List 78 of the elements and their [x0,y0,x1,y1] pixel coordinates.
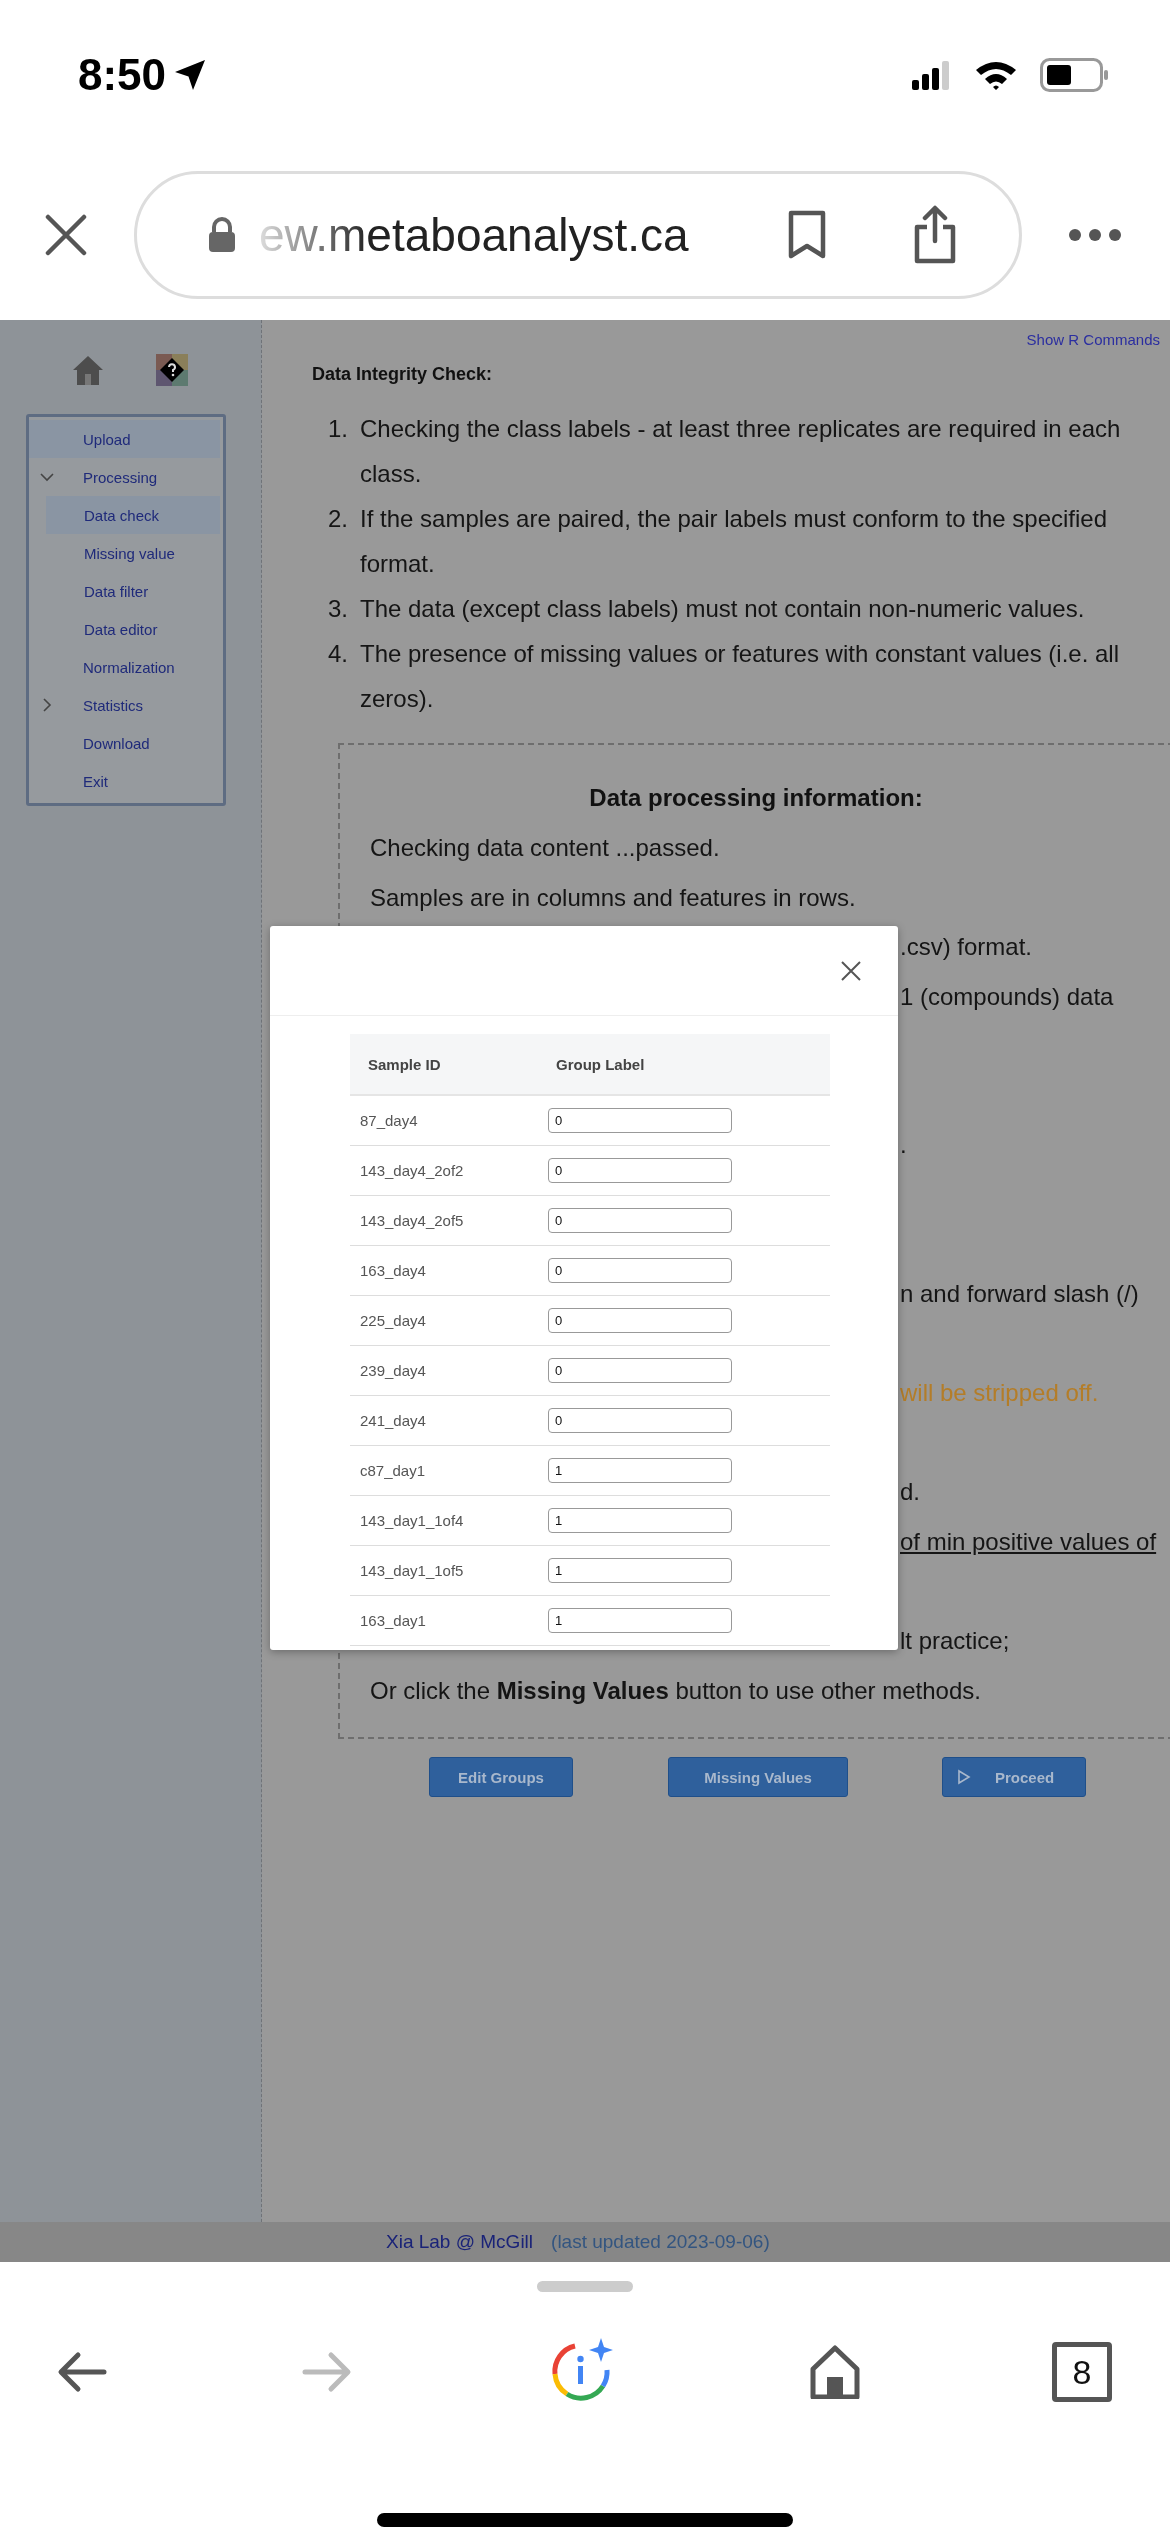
group-label-input[interactable]: 0 [548,1158,732,1183]
group-label-input[interactable]: 1 [548,1458,732,1483]
table-cell-text: 163_day4 [359,1262,427,1279]
submenu-item[interactable]: Missing value [46,534,220,572]
group-label-input[interactable]: 0 [548,1408,732,1433]
signal-icon [912,60,952,90]
menu-item[interactable]: Exit [29,762,220,800]
table-cell-text: c87_day1 [359,1462,427,1479]
table-cell-text: 239_day4 [359,1362,427,1379]
table-cell-text: 163_day1 [359,1612,427,1629]
list-item: The presence of missing values or features with constant values (i.e. all zeros). [360,639,1121,714]
sheet-handle[interactable] [537,2281,633,2292]
info-text: .csv) format. [900,933,1032,961]
group-label-input[interactable]: 1 [548,1558,732,1583]
table-cell-text: 87_day4 [359,1112,419,1129]
column-header: Group Label [555,1055,645,1073]
more-icon[interactable] [1068,228,1122,242]
info-text: 1 (compounds) data [900,982,1114,1010]
lock-icon [207,216,237,254]
submenu-item[interactable]: Data editor [46,610,220,648]
footer-text: (last updated 2023-09-06) [551,2231,770,2253]
table-cell-text: 143_day1_1of5 [359,1562,465,1579]
table-cell-text: 143_day4_2of5 [359,1212,465,1229]
info-text: n and forward slash (/) [900,1279,1139,1307]
group-label-input[interactable]: 0 [548,1358,732,1383]
group-label-input[interactable]: 0 [548,1108,732,1133]
close-icon[interactable] [44,213,88,257]
table-cell-text: 241_day4 [359,1412,427,1429]
group-label-input[interactable]: 0 [548,1308,732,1333]
info-text: Samples are in columns and features in rows. [370,883,856,911]
footer-link[interactable]: Xia Lab @ McGill [386,2231,534,2253]
table-cell-text: 143_day4_2of2 [359,1162,465,1179]
list-item: Checking the class labels - at least three replicates are required in each class. [360,414,1122,489]
close-icon[interactable] [840,959,862,982]
group-label-input[interactable]: 0 [548,1258,732,1283]
battery-icon [1040,58,1110,92]
group-label-input[interactable]: 1 [548,1608,732,1633]
tab-count-button[interactable]: 8 [1052,2342,1112,2402]
bookmark-icon[interactable] [787,210,827,260]
info-text: . [900,1131,907,1159]
home-icon[interactable] [809,2345,860,2399]
action-button[interactable]: Edit Groups [429,1757,573,1797]
info-text: Or click the Missing Values button to use other methods. [370,1676,981,1704]
menu-item[interactable]: Processing [29,458,220,496]
panel-title: Data processing information: [588,783,924,813]
action-button[interactable]: Missing Values [668,1757,848,1797]
group-label-input[interactable]: 1 [548,1508,732,1533]
table-cell-text: 143_day1_1of4 [359,1512,465,1529]
list-number: 3. [328,594,349,624]
show-r-commands-link[interactable]: Show R Commands [1026,331,1160,348]
submenu-item[interactable]: Data check [46,496,220,534]
info-text: Checking data content ...passed. [370,834,720,861]
info-text: lt practice; [900,1627,1010,1655]
help-icon[interactable] [156,354,188,386]
menu-item[interactable]: Statistics [29,686,220,724]
group-label-input[interactable]: 0 [548,1208,732,1233]
info-text: will be stripped off. [900,1379,1099,1407]
list-number: 1. [328,414,349,444]
section-title: Data Integrity Check: [312,363,494,386]
wifi-icon [974,59,1018,91]
address-bar[interactable]: ew.metaboanalyst.ca [134,171,1022,299]
list-item: If the samples are paired, the pair labels must conform to the specified format. [360,504,1109,579]
table-cell-text: 225_day4 [359,1312,427,1329]
info-text: d. [900,1478,920,1506]
list-item: The data (except class labels) must not contain non-numeric values. [360,594,1086,624]
list-number: 2. [328,504,349,534]
play-icon [957,1769,971,1785]
url-text: ew.metaboanalyst.ca [259,208,690,262]
info-text: of min positive values of [900,1527,1157,1555]
submenu-item[interactable]: Data filter [46,572,220,610]
column-header: Sample ID [367,1055,442,1073]
proceed-button[interactable]: Proceed [942,1757,1086,1797]
clock-time: 8:50 [78,50,167,100]
back-arrow-icon[interactable] [56,2350,108,2394]
list-number: 4. [328,639,349,669]
menu-item[interactable]: Upload [29,420,220,458]
menu-item[interactable]: Download [29,724,220,762]
menu-item[interactable]: Normalization [29,648,220,686]
